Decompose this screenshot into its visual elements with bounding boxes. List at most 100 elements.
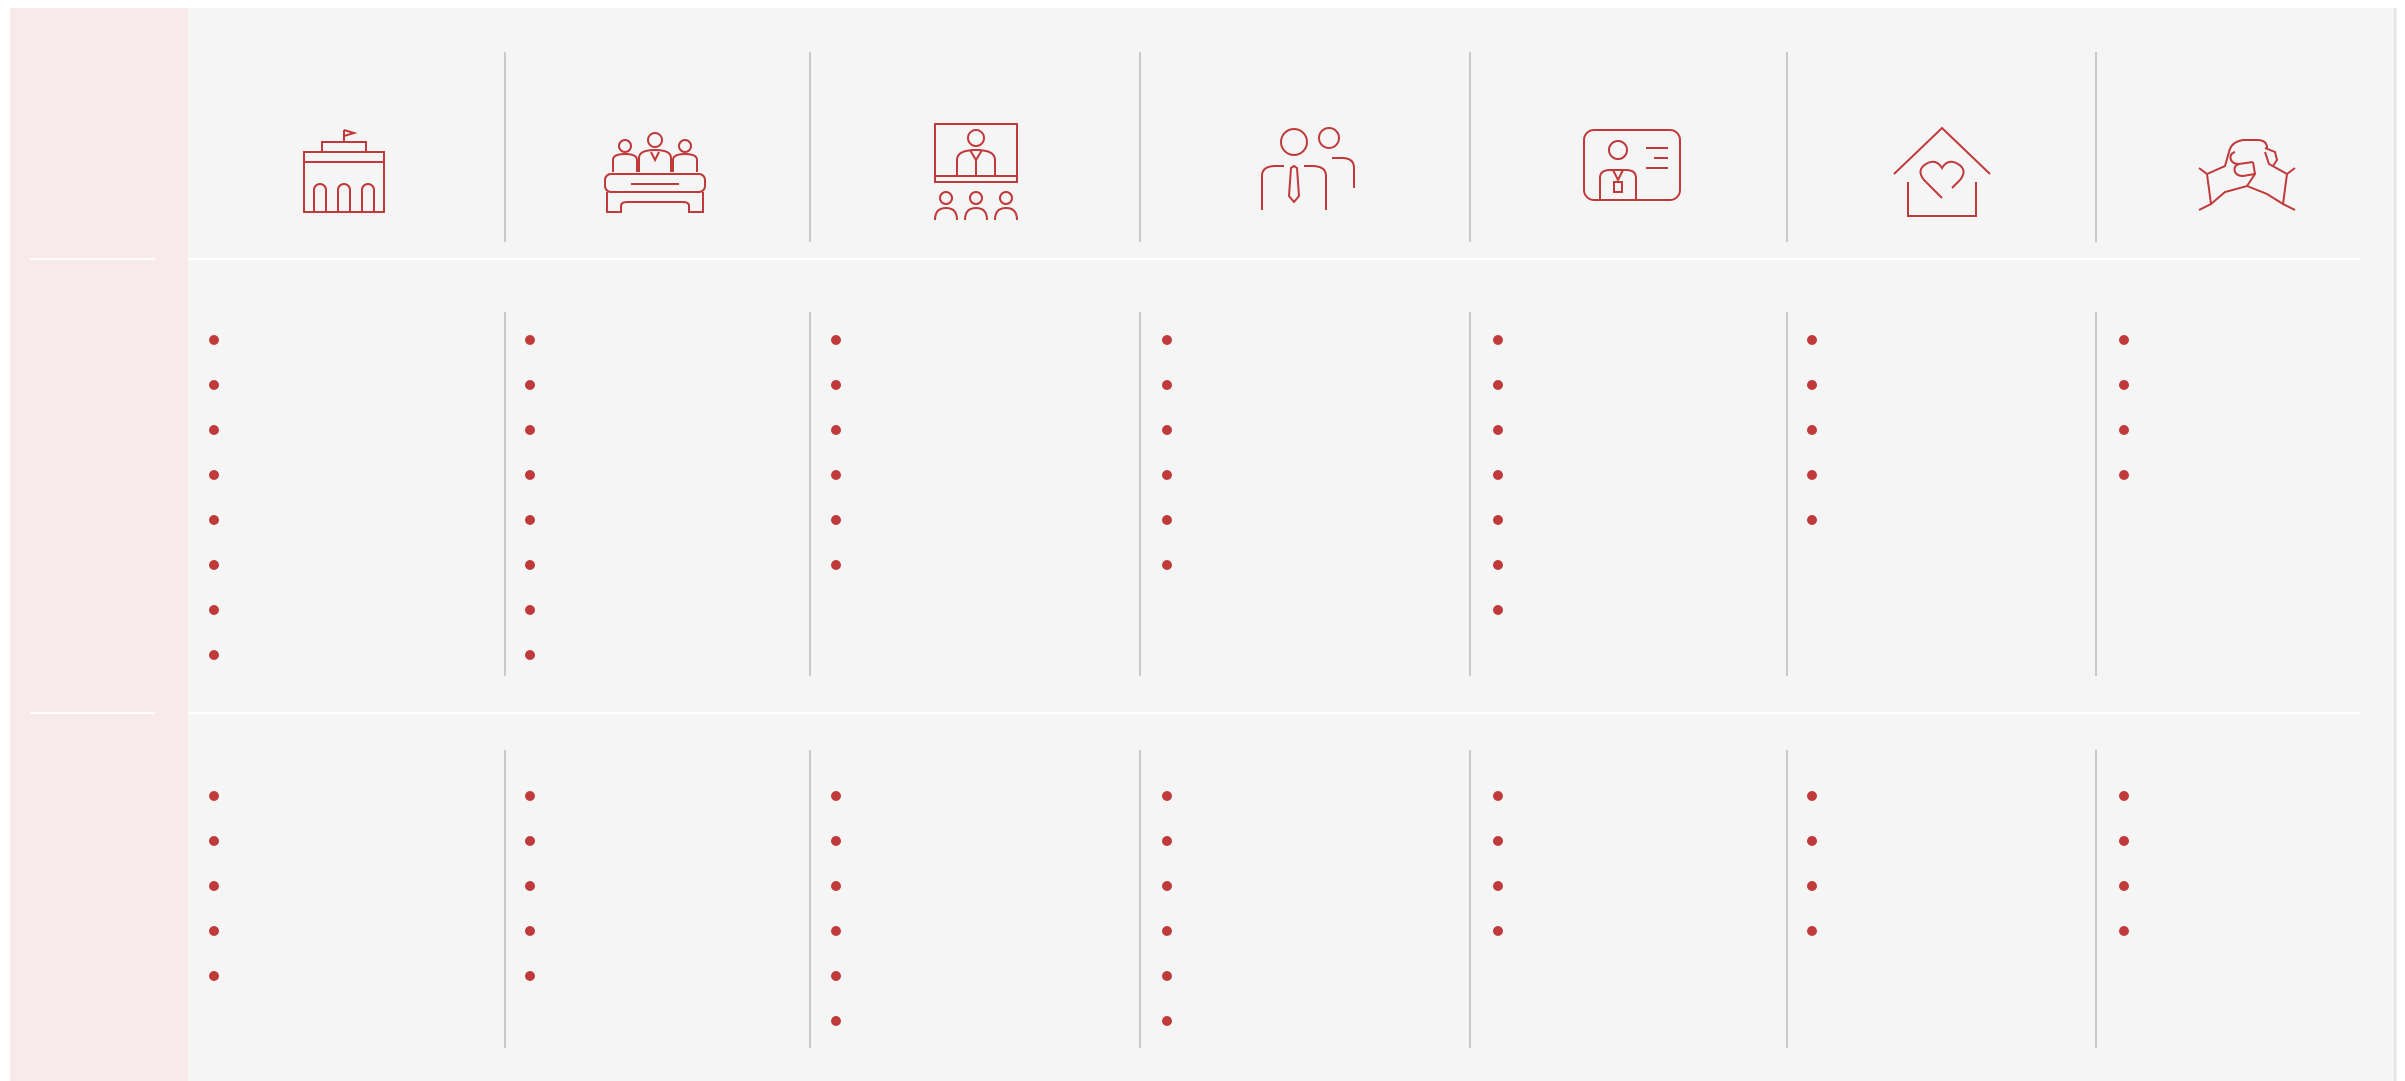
bullet-dot [2119,470,2129,480]
bullet-dot [2119,926,2129,936]
bullet-dot [1493,470,1503,480]
bullet-dot [1493,881,1503,891]
bullet-dot [1162,560,1172,570]
row-header-sidebar [10,8,188,1081]
bullet-dot [525,470,535,480]
bullet-dot [209,881,219,891]
bullet-dot [1493,425,1503,435]
bullet-dot [1493,836,1503,846]
column-divider [2095,52,2097,242]
presentation-screen-icon [933,122,1019,222]
column-divider [504,52,506,242]
column-divider [1469,52,1471,242]
bullet-dot [525,335,535,345]
bullet-dot [525,791,535,801]
bullet-dot [525,605,535,615]
bullet-dot [2119,836,2129,846]
bullet-dot [2119,380,2129,390]
bullet-dot [209,335,219,345]
bullet-dot [209,380,219,390]
column-divider [809,750,811,1048]
bullet-dot [525,425,535,435]
bullet-dot [1493,515,1503,525]
bullet-dot [1162,836,1172,846]
bullet-dot [1807,425,1817,435]
bullet-dot [525,650,535,660]
column-divider [1469,750,1471,1048]
bullet-dot [525,560,535,570]
bullet-dot [1162,971,1172,981]
bullet-dot [831,335,841,345]
bullet-dot [831,836,841,846]
bullet-dot [831,926,841,936]
bullet-dot [831,971,841,981]
bullet-dot [209,515,219,525]
panel-edge [2394,8,2398,1081]
bullet-dot [831,470,841,480]
bullet-dot [1162,515,1172,525]
bullet-dot [1493,926,1503,936]
bullet-dot [209,560,219,570]
bullet-dot [831,791,841,801]
bullet-dot [1162,470,1172,480]
bullet-dot [209,926,219,936]
column-divider [809,312,811,676]
bullet-dot [209,425,219,435]
bullet-dot [1162,335,1172,345]
government-building-icon [300,128,388,216]
bullet-dot [1807,335,1817,345]
bullet-dot [2119,881,2129,891]
bullet-dot [831,515,841,525]
bullet-dot [525,926,535,936]
bullet-dot [1807,515,1817,525]
column-divider [1139,52,1141,242]
bullet-dot [2119,791,2129,801]
bullet-dot [1493,380,1503,390]
sidebar-divider [30,712,155,714]
sidebar-divider [30,258,155,260]
bullet-dot [525,836,535,846]
bullet-dot [1493,560,1503,570]
column-divider [2095,750,2097,1048]
bullet-dot [831,560,841,570]
bullet-dot [1807,380,1817,390]
bullet-dot [1162,425,1172,435]
bullet-dot [209,470,219,480]
bullet-dot [831,881,841,891]
people-pair-icon [1258,126,1358,212]
bullet-dot [1493,335,1503,345]
bullet-dot [525,515,535,525]
bullet-dot [1807,836,1817,846]
bullet-dot [1807,881,1817,891]
bullet-dot [1493,791,1503,801]
bullet-dot [1807,791,1817,801]
row-divider [188,712,2360,714]
column-divider [1786,312,1788,676]
column-divider [809,52,811,242]
handshake-icon [2195,130,2299,212]
column-divider [1786,750,1788,1048]
home-heart-icon [1892,126,1992,220]
bullet-dot [525,380,535,390]
bullet-dot [831,380,841,390]
column-divider [504,312,506,676]
bullet-dot [209,791,219,801]
bullet-dot [2119,425,2129,435]
bullet-dot [1162,791,1172,801]
bullet-dot [209,650,219,660]
bullet-dot [2119,335,2129,345]
column-divider [1139,750,1141,1048]
bullet-dot [209,605,219,615]
bullet-dot [1162,1016,1172,1026]
column-divider [1469,312,1471,676]
bullet-dot [1162,926,1172,936]
bullet-dot [831,425,841,435]
bullet-dot [1162,881,1172,891]
bullet-dot [525,881,535,891]
panel-meeting-icon [603,130,707,214]
id-card-icon [1582,128,1682,202]
bullet-dot [831,1016,841,1026]
column-divider [2095,312,2097,676]
column-divider [504,750,506,1048]
bullet-dot [209,971,219,981]
